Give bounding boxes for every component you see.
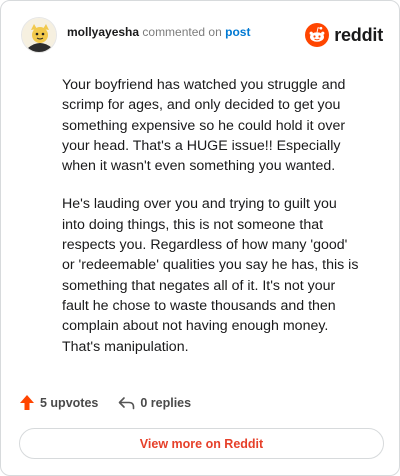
reddit-comment-embed: mollyayesha commented on post reddit You… <box>0 0 400 476</box>
view-more-button[interactable]: View more on Reddit <box>19 428 384 459</box>
comment-paragraph: Your boyfriend has watched you struggle … <box>62 77 346 175</box>
avatar-icon <box>22 18 56 52</box>
replies-count: 0 replies <box>140 395 192 410</box>
comment-body: Your boyfriend has watched you struggle … <box>62 75 362 375</box>
comment-paragraph: He's lauding over you and trying to guil… <box>62 196 359 355</box>
username-link[interactable]: mollyayesha <box>67 25 139 39</box>
replies-stat[interactable]: 0 replies <box>118 396 191 410</box>
upvotes-count: 5 upvotes <box>40 395 99 410</box>
reddit-logo-icon <box>305 23 330 47</box>
user-avatar[interactable] <box>21 17 57 53</box>
post-link[interactable]: post <box>225 25 250 39</box>
comment-stats: 5 upvotes 0 replies <box>19 394 191 411</box>
comment-byline: mollyayesha commented on post <box>67 24 250 40</box>
upvote-arrow-icon <box>20 395 34 410</box>
reddit-brand[interactable]: reddit <box>305 23 383 47</box>
reply-arrow-icon <box>119 396 135 409</box>
upvotes-stat[interactable]: 5 upvotes <box>19 394 98 411</box>
reddit-wordmark: reddit <box>334 24 383 45</box>
action-text: commented on <box>142 25 222 39</box>
